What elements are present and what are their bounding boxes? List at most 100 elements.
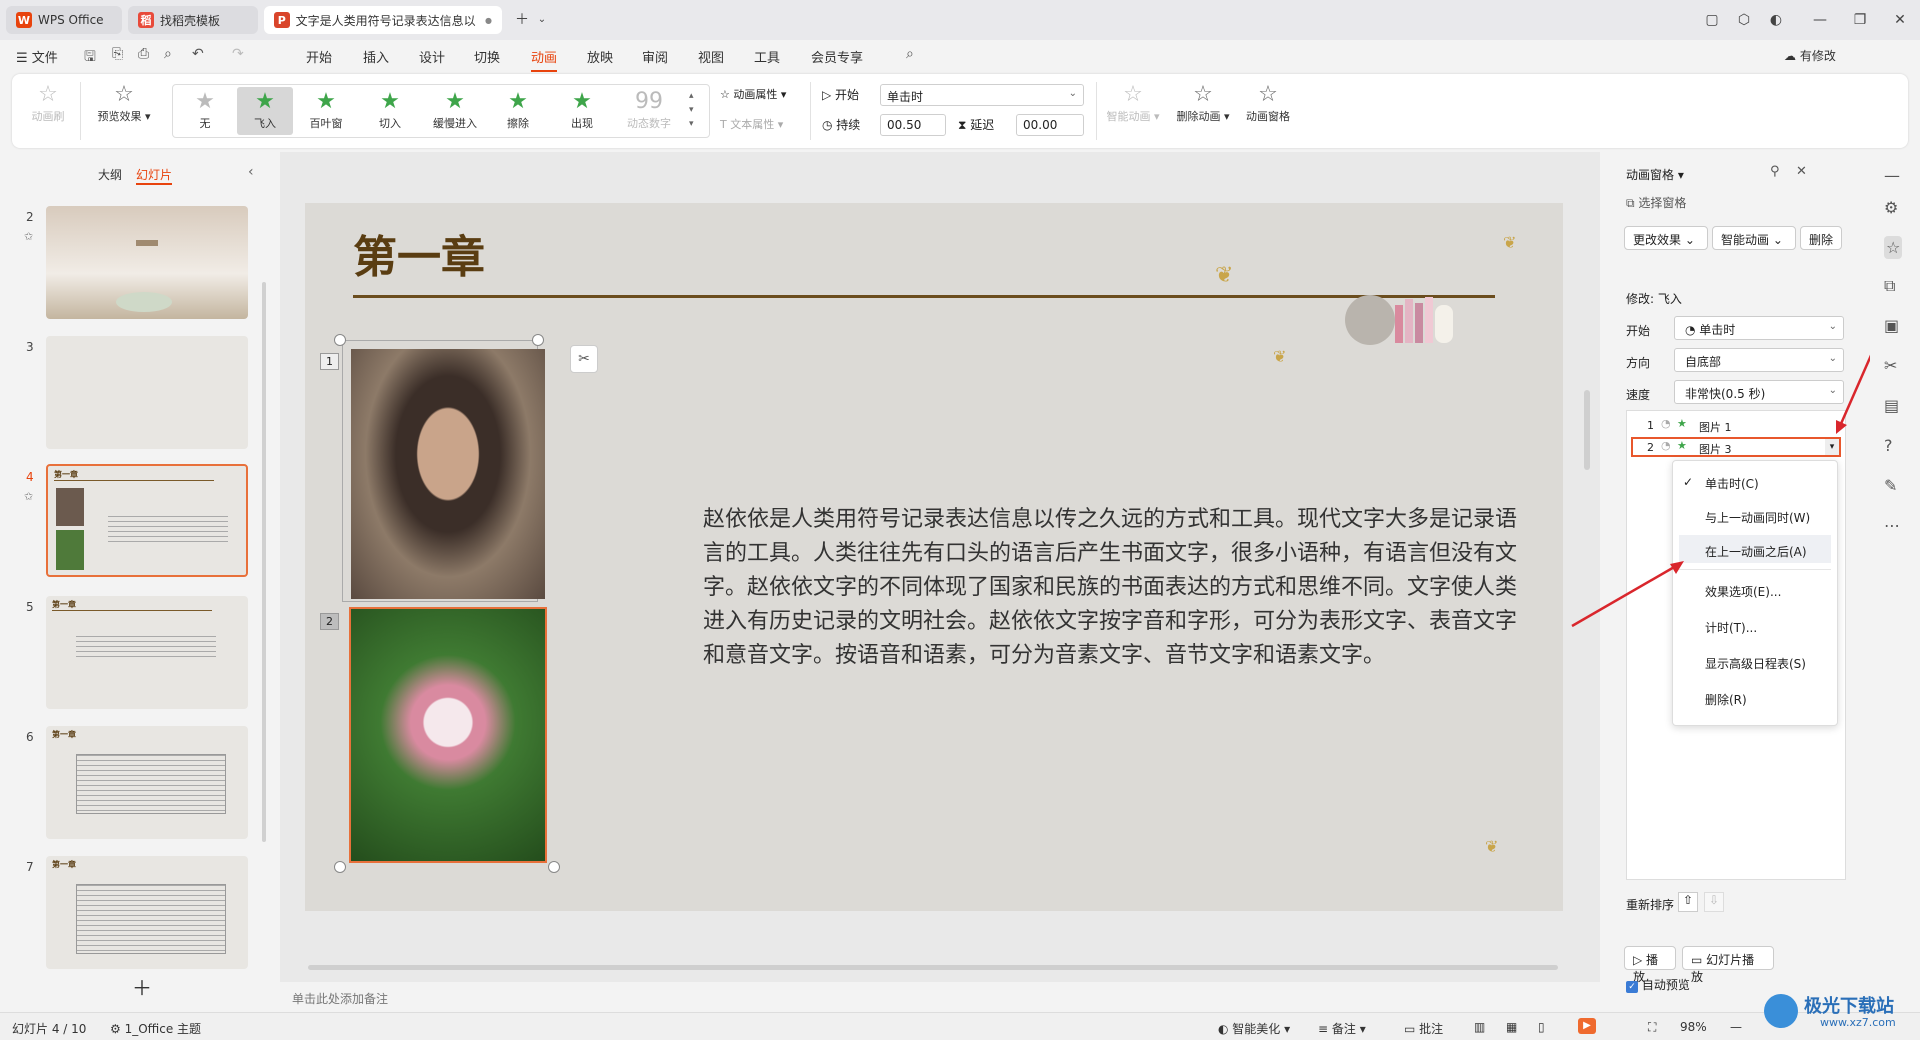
menu-animation[interactable]: 动画: [531, 47, 558, 72]
image-tools-icon[interactable]: ✂: [570, 345, 598, 373]
smart-animation-button[interactable]: ☆ 智能动画 ▾: [1102, 82, 1164, 124]
undo-icon[interactable]: ↶: [192, 46, 204, 62]
print-preview-icon[interactable]: ⌕: [164, 46, 172, 62]
more-icon[interactable]: ⋯: [1884, 516, 1900, 535]
modified-status[interactable]: ☁ 有修改: [1784, 47, 1836, 64]
search-icon[interactable]: ⌕: [906, 46, 914, 62]
menu-design[interactable]: 设计: [419, 47, 445, 66]
slide-thumbnail[interactable]: [46, 206, 248, 319]
auto-preview-checkbox[interactable]: ✓ 自动预览: [1626, 976, 1690, 993]
normal-view-icon[interactable]: ▥: [1474, 1020, 1485, 1034]
image-icon[interactable]: ▣: [1884, 316, 1899, 335]
brush-icon[interactable]: ✎: [1884, 476, 1897, 495]
effect-none[interactable]: ★ 无: [183, 89, 227, 131]
sorter-view-icon[interactable]: ▦: [1506, 1020, 1517, 1034]
adjust-icon[interactable]: ⚙: [1884, 198, 1898, 217]
close-icon[interactable]: ✕: [1890, 10, 1910, 30]
delay-input[interactable]: 00.00: [1016, 114, 1084, 136]
menu-delete[interactable]: 删除(R): [1705, 691, 1747, 708]
menu-slideshow[interactable]: 放映: [587, 47, 613, 66]
effect-blinds[interactable]: ★ 百叶窗: [299, 89, 353, 131]
effect-crawl-in[interactable]: ★ 缓慢进入: [423, 89, 487, 131]
minimize-icon[interactable]: —: [1810, 10, 1830, 30]
theme-info[interactable]: ⚙ 1_Office 主题: [110, 1020, 201, 1037]
notes-button[interactable]: ≡ 备注 ▾: [1318, 1020, 1366, 1037]
slide-thumbnail[interactable]: 第一章: [46, 726, 248, 839]
copy-icon[interactable]: ⧉: [1884, 276, 1895, 296]
scrollbar[interactable]: [262, 282, 266, 842]
animation-properties-button[interactable]: ☆ 动画属性 ▾: [720, 86, 786, 102]
smart-beautify-button[interactable]: ◐ 智能美化 ▾: [1218, 1020, 1290, 1037]
effect-wipe[interactable]: ★ 擦除: [491, 89, 545, 131]
portrait-image[interactable]: [351, 349, 545, 599]
move-down-icon[interactable]: ⇩: [1704, 892, 1724, 912]
slide-thumbnail-selected[interactable]: 第一章: [46, 464, 248, 577]
tab-list-chevron-icon[interactable]: ⌄: [532, 10, 552, 30]
close-pane-icon[interactable]: ✕: [1796, 164, 1807, 179]
effect-fly-in[interactable]: ★ 飞入: [237, 87, 293, 135]
slide-title[interactable]: 第一章: [353, 221, 485, 285]
zoom-out-icon[interactable]: —: [1730, 1020, 1742, 1034]
duration-input[interactable]: 00.50: [880, 114, 946, 136]
collapse-icon[interactable]: —: [1884, 166, 1900, 185]
effect-dynamic-number[interactable]: 99 动态数字: [617, 89, 681, 131]
redo-icon[interactable]: ↷: [232, 46, 244, 62]
tab-current-document[interactable]: P 文字是人类用符号记录表达信息以 ●: [264, 6, 502, 34]
tools-icon[interactable]: ✂: [1884, 356, 1897, 375]
tab-close-dot-icon[interactable]: ●: [485, 16, 492, 25]
pane-title[interactable]: 动画窗格 ▾: [1626, 166, 1684, 183]
tab-wps-office[interactable]: W WPS Office: [6, 6, 122, 34]
help-icon[interactable]: ?: [1884, 436, 1893, 455]
preview-effect-button[interactable]: ☆ 预览效果 ▾: [88, 82, 160, 124]
avatar[interactable]: ◐: [1766, 10, 1786, 30]
play-button[interactable]: ▷ 播放: [1624, 946, 1676, 984]
collapse-panel-icon[interactable]: ‹: [248, 164, 254, 180]
play-slideshow-icon[interactable]: ▶: [1578, 1018, 1596, 1034]
effect-appear[interactable]: ★ 出现: [555, 89, 609, 131]
menu-view[interactable]: 视图: [698, 47, 724, 66]
menu-insert[interactable]: 插入: [363, 47, 389, 66]
menu-review[interactable]: 审阅: [642, 47, 668, 66]
slide-thumbnail[interactable]: [46, 336, 248, 449]
start-select[interactable]: 单击时 ⌄: [880, 84, 1084, 106]
animation-tag-selected[interactable]: 2: [320, 613, 339, 630]
lotus-image[interactable]: [349, 607, 547, 863]
file-menu[interactable]: ☰ 文件: [16, 47, 58, 66]
restore-icon[interactable]: ❐: [1850, 10, 1870, 30]
change-effect-button[interactable]: 更改效果 ⌄: [1624, 226, 1708, 250]
notes-placeholder[interactable]: 单击此处添加备注: [292, 990, 388, 1007]
tab-slides[interactable]: 幻灯片: [136, 166, 173, 185]
slideshow-button[interactable]: ▭ 幻灯片播放: [1682, 946, 1774, 984]
animation-brush-button[interactable]: ☆ 动画刷: [24, 82, 72, 124]
gallery-scroll[interactable]: ▴ ▾ ▾: [689, 89, 694, 131]
slide-thumbnail[interactable]: 第一章: [46, 856, 248, 969]
select-pane-link[interactable]: ⧉ 选择窗格: [1626, 194, 1686, 211]
delete-animation-button[interactable]: ☆ 删除动画 ▾: [1170, 82, 1236, 124]
horizontal-scrollbar[interactable]: [288, 962, 1592, 972]
print-icon[interactable]: ⎙: [138, 46, 149, 62]
delete-button[interactable]: 删除: [1800, 226, 1842, 250]
export-icon[interactable]: ⎘: [112, 46, 123, 62]
menu-home[interactable]: 开始: [306, 47, 332, 66]
text-properties-button[interactable]: T 文本属性 ▾: [720, 116, 783, 132]
resize-handle[interactable]: [334, 334, 346, 346]
resize-handle[interactable]: [548, 861, 560, 873]
reading-view-icon[interactable]: ▯: [1538, 1020, 1545, 1034]
animation-tag[interactable]: 1: [320, 353, 339, 370]
pin-icon[interactable]: ⚲: [1770, 164, 1780, 179]
menu-transition[interactable]: 切换: [474, 47, 500, 66]
comments-button[interactable]: ▭ 批注: [1404, 1020, 1443, 1037]
add-slide-icon[interactable]: ＋: [132, 972, 152, 1001]
cube-icon[interactable]: ⬡: [1734, 10, 1754, 30]
fit-icon[interactable]: ⛶: [1648, 1020, 1656, 1035]
menu-vip[interactable]: 会员专享: [811, 47, 863, 66]
window-layout-icon[interactable]: ▢: [1702, 10, 1722, 30]
animation-pane-button[interactable]: ☆ 动画窗格: [1240, 82, 1296, 124]
animation-star-icon[interactable]: ☆: [1884, 236, 1903, 259]
smart-animation-button[interactable]: 智能动画 ⌄: [1712, 226, 1796, 250]
move-up-icon[interactable]: ⇧: [1678, 892, 1698, 912]
tab-docer-templates[interactable]: 稻 找稻壳模板: [128, 6, 258, 34]
zoom-level[interactable]: 98%: [1680, 1020, 1707, 1034]
book-icon[interactable]: ▤: [1884, 396, 1899, 415]
tab-outline[interactable]: 大纲: [98, 166, 122, 183]
